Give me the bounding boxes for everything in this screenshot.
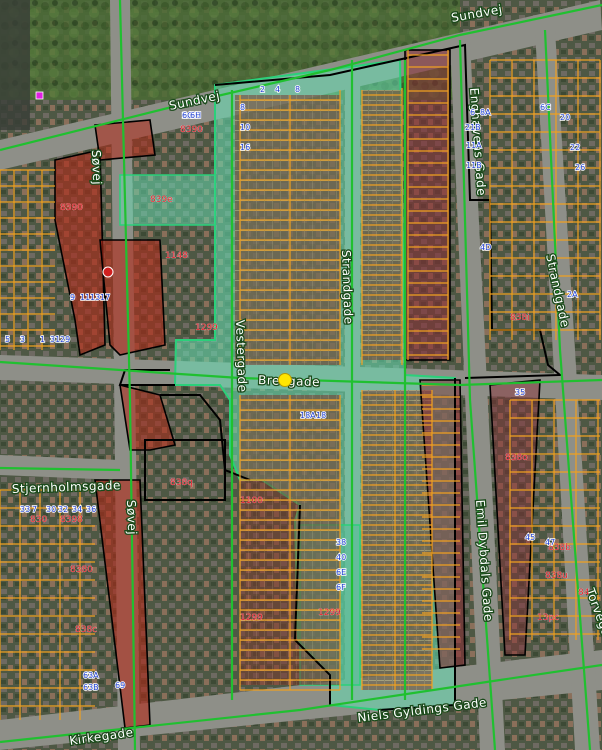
parcel-label: 13pc	[537, 613, 559, 623]
parcel-label: 838i	[510, 313, 530, 323]
house-number: 13	[90, 293, 100, 302]
street-label-soevej-2: Søvej	[124, 500, 139, 536]
house-number: 6F	[336, 583, 346, 592]
house-number: 29	[60, 335, 70, 344]
map-canvas[interactable]: Sundvej Sundvej Bredgade Strandgade Stje…	[0, 0, 602, 750]
house-number: 6	[470, 108, 475, 117]
house-number: 36	[86, 505, 96, 514]
parcel-label: 839e	[150, 195, 173, 205]
parcel-label: 8390	[60, 203, 83, 213]
street-label-vestergade: Vestergade	[233, 320, 250, 393]
house-number: 2A	[567, 290, 578, 299]
house-number: 9	[70, 293, 75, 302]
house-number: 18	[316, 411, 326, 420]
parcel-label: 1299	[318, 608, 341, 618]
house-number: 4D	[480, 243, 491, 252]
house-number: 8	[295, 85, 300, 94]
info-pin-icon[interactable]	[102, 266, 114, 278]
parcel-label: 8380	[70, 565, 93, 575]
house-number: 4	[275, 85, 280, 94]
parcel-label: 838o	[505, 453, 528, 463]
house-number: 63B	[83, 683, 99, 692]
house-number: 33	[20, 505, 30, 514]
house-number: 11	[80, 293, 90, 302]
house-number: 6H	[190, 111, 201, 120]
house-number: 35	[515, 388, 525, 397]
house-number: 8	[240, 103, 245, 112]
house-number: 5	[5, 335, 10, 344]
house-number: 63A	[83, 671, 99, 680]
house-number: 10	[240, 123, 250, 132]
parcel-label: 1148	[165, 251, 188, 261]
parcel-label: 8398	[60, 515, 83, 525]
parcel-label: 838c	[75, 625, 97, 635]
house-number: 1	[40, 335, 45, 344]
parcel-label: 838u	[545, 571, 568, 581]
house-number: 11B	[466, 161, 482, 170]
house-number: 3	[20, 335, 25, 344]
parcel-label: 1299	[240, 613, 263, 623]
house-number: 69	[115, 681, 125, 690]
parcel-label: 1299	[195, 323, 218, 333]
house-number: 11A	[466, 141, 482, 150]
map-svg[interactable]: Sundvej Sundvej Bredgade Strandgade Stje…	[0, 0, 602, 750]
house-number: 16	[240, 143, 250, 152]
parking-lot	[0, 0, 30, 130]
house-number: 7	[32, 505, 37, 514]
parcel-label: 1100	[240, 496, 263, 506]
parcel-label: 84	[578, 588, 590, 598]
house-number: 20	[560, 113, 570, 122]
street-label-soevej: Søvej	[89, 150, 104, 186]
house-number: 6C	[540, 103, 551, 112]
parcel-label: 838q	[170, 478, 193, 488]
house-number: 17	[100, 293, 110, 302]
house-number: 8A	[480, 108, 491, 117]
house-number: 26	[575, 163, 585, 172]
house-number: 32	[58, 505, 68, 514]
poi-marker-icon[interactable]	[35, 91, 44, 100]
location-marker-icon[interactable]	[278, 373, 292, 387]
house-number: 47	[545, 538, 555, 547]
house-number: 34	[72, 505, 82, 514]
house-number: 40	[336, 553, 346, 562]
house-number: 38	[336, 538, 346, 547]
house-number: 6E	[336, 568, 346, 577]
house-number: 22	[570, 143, 580, 152]
parcel-label: 830	[30, 515, 47, 525]
parcel-label: 8390	[180, 125, 203, 135]
house-number: 21B	[465, 123, 481, 132]
house-number: 45	[525, 533, 535, 542]
street-label-strandgade: Strandgade	[339, 250, 356, 325]
house-number: 18A	[300, 411, 316, 420]
house-number: 30	[46, 505, 56, 514]
house-number: 31	[50, 335, 60, 344]
house-number: 2	[260, 85, 265, 94]
